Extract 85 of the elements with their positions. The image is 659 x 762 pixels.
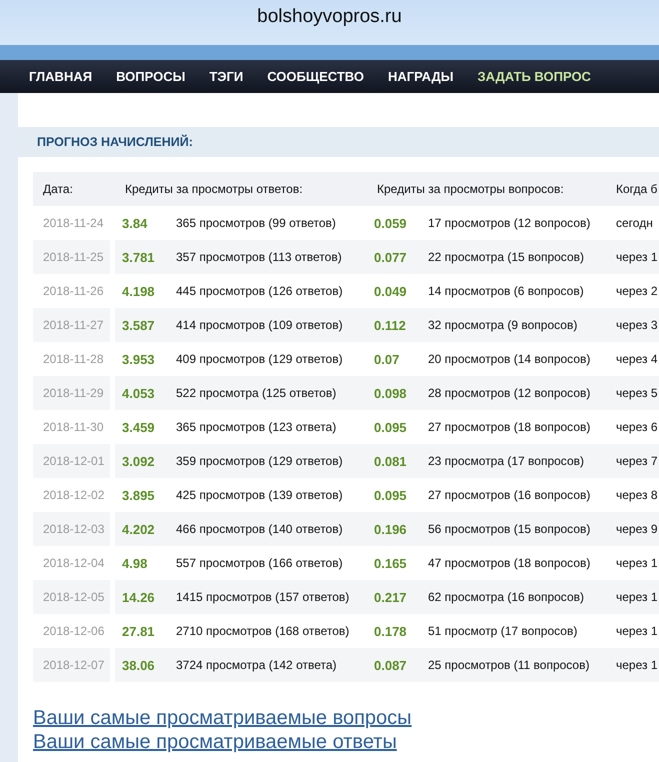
credit-value: 0.112 [374,318,407,332]
table-cell-text: через 1 [615,555,659,572]
credit-value: 0.095 [374,420,408,434]
column-header: Когда б [606,172,659,206]
views-text: 27 просмотров (16 вопросов) [428,488,590,502]
nav-link[interactable]: ЗАДАТЬ ВОПРОС [478,69,591,84]
credit-value: 0.049 [374,284,408,298]
table-cell: через 9 [606,512,659,546]
table-cell-text: сегодн [615,215,654,232]
url-text: bolshoyvopros.ru [257,5,402,28]
nav-link[interactable]: СООБЩЕСТВО [267,69,364,84]
views-text: 425 просмотров (139 ответов) [176,488,343,502]
views-text: 557 просмотров (166 ответов) [176,556,343,570]
credit-value: 0.196 [374,522,408,536]
table-cell: через 1 [606,580,659,614]
views-text: 28 просмотров (12 вопросов) [428,386,590,400]
credit-value: 3.587 [122,318,156,332]
views-text: 445 просмотров (126 ответов) [176,284,343,298]
link[interactable]: Ваши самые просматриваемые ответы [33,731,659,754]
table-cell: через 1 [606,240,659,274]
credit-value: 4.198 [122,284,156,298]
credit-value: 0.098 [374,386,408,400]
views-text: 3724 просмотра (142 ответа) [176,658,337,672]
link[interactable]: Ваши самые просматриваемые вопросы [33,707,659,730]
views-text: 14 просмотров (6 вопросов) [428,284,584,298]
table-cell-text: через 6 [615,419,659,436]
views-text: 20 просмотров (14 вопросов) [428,352,590,366]
credit-value: 4.202 [122,522,156,536]
views-text: 62 просмотра (16 вопросов) [428,590,584,604]
address-bar[interactable]: bolshoyvopros.ru [0,0,659,45]
nav-link[interactable]: ТЭГИ [209,69,244,84]
nav-link[interactable]: ВОПРОСЫ [116,69,186,84]
views-text: 1415 просмотров (157 ответов) [176,590,350,604]
credit-value: 38.06 [122,658,156,672]
panel-title: ПРОГНОЗ НАЧИСЛЕНИЙ: [37,135,193,149]
views-text: 32 просмотра (9 вопросов) [428,318,578,332]
table-cell-text: через 2 [615,283,659,300]
credit-value: 27.81 [122,624,156,638]
views-text: 47 просмотров (18 вопросов) [428,556,590,570]
table-cell: через 3 [606,308,659,342]
views-text: 522 просмотра (125 ответов) [176,386,336,400]
views-text: 17 просмотров (12 вопросов) [428,216,590,230]
table-cell: через 5 [606,376,659,410]
credit-value: 0.07 [374,352,400,366]
views-text: 2710 просмотров (168 ответов) [176,624,350,638]
column-header: Кредиты за просмотры вопросов: [367,172,606,206]
views-text: 359 просмотров (129 ответов) [176,454,343,468]
credit-value: 0.165 [374,556,408,570]
table-cell: через 1 [606,648,659,682]
views-text: 357 просмотров (113 ответов) [176,250,342,264]
credit-value: 0.087 [374,658,408,672]
table-cell-text: через 8 [615,487,659,504]
credit-value: 3.953 [122,352,156,366]
table-cell: через 7 [606,444,659,478]
views-text: 365 просмотров (99 ответов) [176,216,336,230]
credit-value: 3.092 [122,454,156,468]
views-text: 25 просмотров (11 вопросов) [428,658,590,672]
column-header: Кредиты за просмотры ответов: [115,172,367,206]
credit-value: 3.84 [122,216,148,230]
credit-value: 0.059 [374,216,408,230]
views-text: 466 просмотров (140 ответов) [176,522,343,536]
credit-value: 14.26 [122,590,156,604]
views-text: 27 просмотров (18 вопросов) [428,420,590,434]
table-cell-text: через 1 [615,623,659,640]
column-header: Дата: [33,172,115,206]
table-cell-text: через 4 [615,351,659,368]
views-text: 414 просмотров (109 ответов) [176,318,343,332]
views-text: 56 просмотров (15 вопросов) [428,522,590,536]
views-text: 22 просмотра (15 вопросов) [428,250,584,264]
credit-value: 0.217 [374,590,408,604]
views-text: 365 просмотров (123 ответа) [176,420,336,434]
views-text: 51 просмотр (17 вопросов) [428,624,578,638]
credit-value: 0.077 [374,250,408,264]
credit-value: 4.98 [122,556,148,570]
credit-value: 3.895 [122,488,156,502]
nav-link[interactable]: НАГРАДЫ [388,69,454,84]
credit-value: 0.095 [374,488,408,502]
nav-link[interactable]: ГЛАВНАЯ [29,69,92,84]
credit-value: 3.459 [122,420,156,434]
credit-value: 3.781 [122,250,156,264]
views-text: 23 просмотра (17 вопросов) [428,454,584,468]
views-text: 409 просмотров (129 ответов) [176,352,343,366]
credit-value: 0.178 [374,624,408,638]
credit-value: 0.081 [374,454,408,468]
credit-value: 4.053 [122,386,156,400]
